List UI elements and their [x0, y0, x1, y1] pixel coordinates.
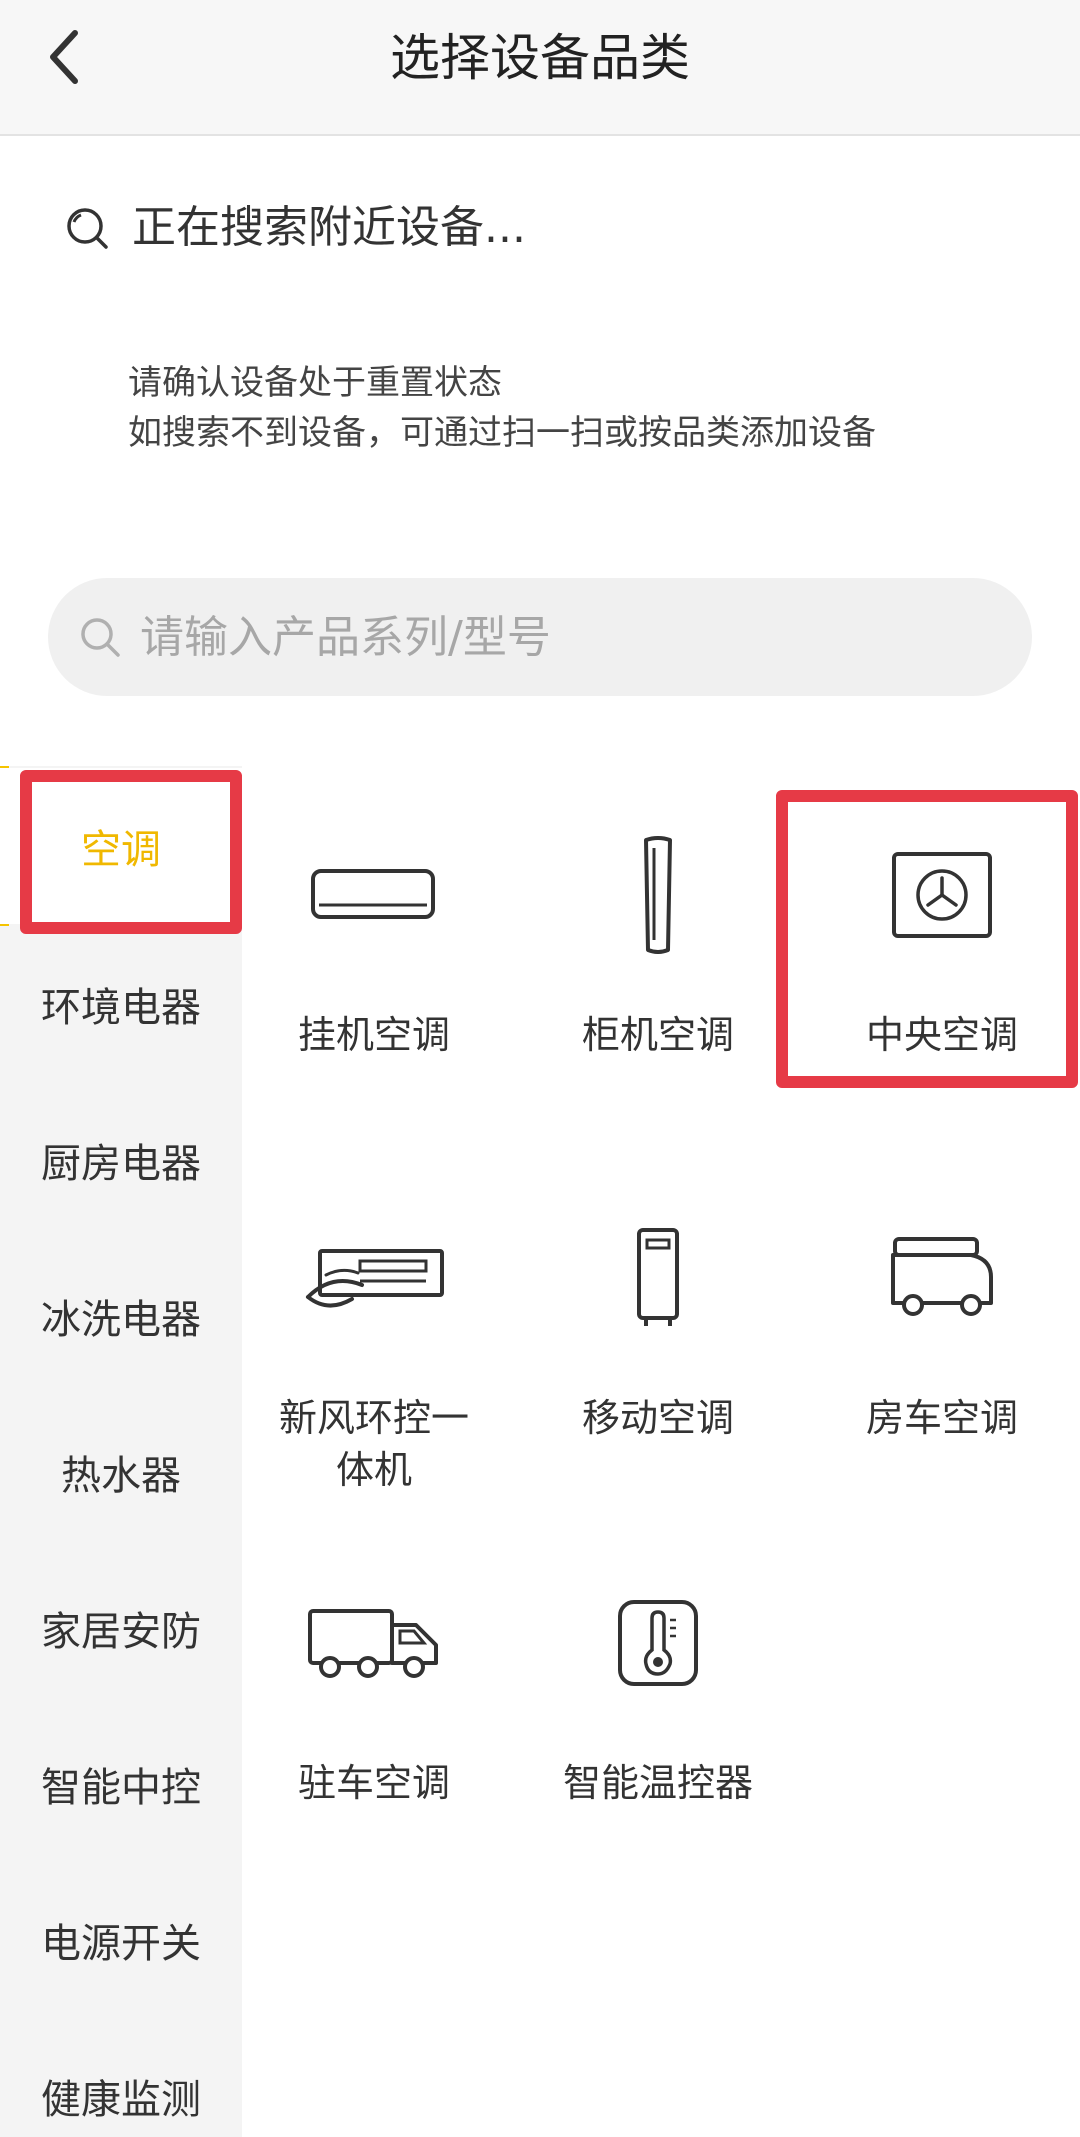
product-truck-ac[interactable]: 驻车空调 — [232, 1563, 516, 1809]
product-search-input[interactable] — [140, 611, 1000, 663]
fresh-air-icon — [294, 1198, 454, 1358]
product-portable-ac[interactable]: 移动空调 — [516, 1198, 800, 1444]
search-status-text: 正在搜索附近设备... — [132, 202, 526, 253]
sidebar-item-environment[interactable]: 环境电器 — [0, 964, 242, 1044]
product-label: 驻车空调 — [297, 1761, 450, 1805]
product-search-bar[interactable] — [48, 578, 1032, 696]
sidebar-item-home-security[interactable]: 家居安防 — [0, 1588, 242, 1668]
product-rv-ac[interactable]: 房车空调 — [800, 1198, 1080, 1444]
wall-ac-icon — [294, 815, 454, 975]
sidebar-item-power-switch[interactable]: 电源开关 — [0, 1900, 242, 1980]
product-label-line-2: 体机 — [335, 1448, 412, 1492]
product-label: 中央空调 — [865, 1013, 1018, 1057]
sidebar-item-smart-hub[interactable]: 智能中控 — [0, 1744, 242, 1824]
search-icon — [81, 618, 120, 657]
sidebar-item-health-monitor[interactable]: 健康监测 — [0, 2056, 242, 2136]
product-label: 柜机空调 — [581, 1013, 734, 1057]
sidebar-item-air-conditioner[interactable]: 空调 — [0, 768, 242, 924]
sidebar-item-kitchen[interactable]: 厨房电器 — [0, 1120, 242, 1200]
hint-line-1: 请确认设备处于重置状态 — [128, 363, 502, 403]
product-label: 挂机空调 — [297, 1013, 450, 1057]
product-label: 智能温控器 — [562, 1761, 753, 1805]
product-thermostat[interactable]: 智能温控器 — [516, 1563, 800, 1809]
product-label: 房车空调 — [865, 1396, 1018, 1440]
product-floor-ac[interactable]: 柜机空调 — [516, 815, 800, 1061]
hint-line-2: 如搜索不到设备，可通过扫一扫或按品类添加设备 — [128, 413, 876, 453]
nearby-search-status: 正在搜索附近设备... — [64, 198, 526, 258]
product-wall-ac[interactable]: 挂机空调 — [232, 815, 516, 1061]
thermostat-icon — [578, 1563, 738, 1723]
page-title: 选择设备品类 — [390, 29, 690, 87]
product-central-ac[interactable]: 中央空调 — [800, 815, 1080, 1061]
product-label: 新风环控一 体机 — [232, 1392, 516, 1496]
floor-ac-icon — [578, 815, 738, 975]
product-fresh-air[interactable]: 新风环控一 体机 — [232, 1198, 516, 1496]
truck-ac-icon — [294, 1563, 454, 1723]
top-bar: 选择设备品类 — [0, 0, 1080, 136]
sidebar-item-water-heater[interactable]: 热水器 — [0, 1432, 242, 1512]
product-label-line-1: 新风环控一 — [278, 1396, 469, 1440]
product-label: 移动空调 — [581, 1396, 734, 1440]
portable-ac-icon — [578, 1198, 738, 1358]
central-ac-icon — [862, 815, 1022, 975]
sidebar-item-fridge-washer[interactable]: 冰洗电器 — [0, 1276, 242, 1356]
hint-text: 请确认设备处于重置状态 如搜索不到设备，可通过扫一扫或按品类添加设备 — [128, 358, 876, 458]
rv-ac-icon — [862, 1198, 1022, 1358]
search-icon — [67, 208, 108, 249]
